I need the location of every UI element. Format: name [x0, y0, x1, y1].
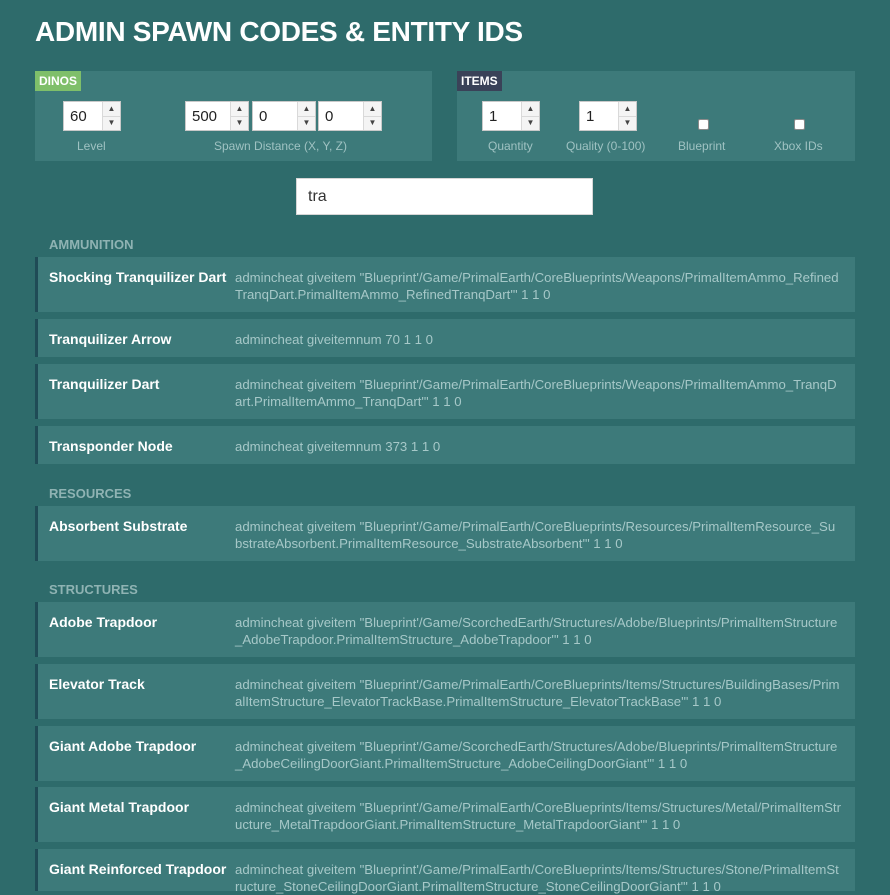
- spawn-z-value: 0: [325, 108, 334, 125]
- chevron-up-icon[interactable]: ▲: [103, 102, 120, 117]
- list-item[interactable]: Tranquilizer Arrow admincheat giveitemnu…: [35, 319, 855, 357]
- dinos-panel: DINOS 60 ▲ ▼ Level 500 ▲ ▼ 0 ▲ ▼ 0 ▲ ▼ S…: [35, 71, 432, 161]
- list-item[interactable]: Giant Adobe Trapdoor admincheat giveitem…: [35, 726, 855, 781]
- level-stepper[interactable]: 60 ▲ ▼: [63, 101, 121, 131]
- quantity-value: 1: [489, 108, 498, 125]
- quantity-label: Quantity: [488, 139, 533, 153]
- item-name: Absorbent Substrate: [49, 518, 188, 534]
- xbox-ids-label: Xbox IDs: [774, 139, 823, 153]
- level-label: Level: [77, 139, 106, 153]
- quality-label: Quality (0-100): [566, 139, 646, 153]
- chevron-down-icon[interactable]: ▼: [364, 116, 381, 130]
- chevron-down-icon[interactable]: ▼: [231, 116, 248, 130]
- list-item[interactable]: Tranquilizer Dart admincheat giveitem "B…: [35, 364, 855, 419]
- chevron-up-icon[interactable]: ▲: [619, 102, 636, 117]
- item-code[interactable]: admincheat giveitem "Blueprint'/Game/Pri…: [235, 676, 841, 710]
- spawn-y-stepper[interactable]: 0 ▲ ▼: [252, 101, 316, 131]
- item-name: Giant Metal Trapdoor: [49, 799, 190, 815]
- item-code[interactable]: admincheat giveitem "Blueprint'/Game/Pri…: [235, 518, 841, 552]
- chevron-up-icon[interactable]: ▲: [231, 102, 248, 117]
- item-code[interactable]: admincheat giveitem "Blueprint'/Game/Sco…: [235, 614, 841, 648]
- chevron-up-icon[interactable]: ▲: [364, 102, 381, 117]
- level-value: 60: [70, 108, 87, 125]
- quantity-spin[interactable]: ▲ ▼: [521, 102, 539, 130]
- chevron-up-icon[interactable]: ▲: [298, 102, 315, 117]
- chevron-up-icon[interactable]: ▲: [522, 102, 539, 117]
- item-code[interactable]: admincheat giveitemnum 70 1 1 0: [235, 331, 841, 348]
- chevron-down-icon[interactable]: ▼: [298, 116, 315, 130]
- quality-value: 1: [586, 108, 595, 125]
- list-item[interactable]: Absorbent Substrate admincheat giveitem …: [35, 506, 855, 561]
- spawn-z-spin[interactable]: ▲ ▼: [363, 102, 381, 130]
- quality-spin[interactable]: ▲ ▼: [618, 102, 636, 130]
- item-code[interactable]: admincheat giveitemnum 373 1 1 0: [235, 438, 841, 455]
- quality-stepper[interactable]: 1 ▲ ▼: [579, 101, 637, 131]
- item-name: Shocking Tranquilizer Dart: [49, 269, 227, 285]
- spawn-z-stepper[interactable]: 0 ▲ ▼: [318, 101, 382, 131]
- spawn-y-spin[interactable]: ▲ ▼: [297, 102, 315, 130]
- item-code[interactable]: admincheat giveitem "Blueprint'/Game/Pri…: [235, 269, 841, 303]
- items-panel: ITEMS 1 ▲ ▼ Quantity 1 ▲ ▼ Quality (0-10…: [457, 71, 855, 161]
- xbox-ids-checkbox[interactable]: [794, 119, 805, 130]
- item-name: Giant Adobe Trapdoor: [49, 738, 197, 754]
- section-heading-resources: RESOURCES: [49, 486, 132, 501]
- spawn-x-value: 500: [192, 108, 218, 125]
- blueprint-checkbox[interactable]: [698, 119, 709, 130]
- section-heading-structures: STRUCTURES: [49, 582, 138, 597]
- search-input[interactable]: tra: [296, 178, 593, 215]
- chevron-down-icon[interactable]: ▼: [522, 116, 539, 130]
- item-code[interactable]: admincheat giveitem "Blueprint'/Game/Sco…: [235, 738, 841, 772]
- item-code[interactable]: admincheat giveitem "Blueprint'/Game/Pri…: [235, 799, 841, 833]
- list-item[interactable]: Shocking Tranquilizer Dart admincheat gi…: [35, 257, 855, 312]
- search-value: tra: [308, 188, 327, 205]
- spawn-x-spin[interactable]: ▲ ▼: [230, 102, 248, 130]
- list-item[interactable]: Elevator Track admincheat giveitem "Blue…: [35, 664, 855, 719]
- item-name: Transponder Node: [49, 438, 173, 454]
- quantity-stepper[interactable]: 1 ▲ ▼: [482, 101, 540, 131]
- items-tag: ITEMS: [457, 71, 502, 91]
- spawn-distance-label: Spawn Distance (X, Y, Z): [214, 139, 347, 153]
- item-name: Tranquilizer Dart: [49, 376, 160, 392]
- item-code[interactable]: admincheat giveitem "Blueprint'/Game/Pri…: [235, 861, 841, 895]
- item-name: Giant Reinforced Trapdoor: [49, 861, 227, 877]
- list-item[interactable]: Giant Metal Trapdoor admincheat giveitem…: [35, 787, 855, 842]
- item-name: Tranquilizer Arrow: [49, 331, 172, 347]
- page-title: ADMIN SPAWN CODES & ENTITY IDS: [35, 16, 523, 47]
- list-item[interactable]: Adobe Trapdoor admincheat giveitem "Blue…: [35, 602, 855, 657]
- list-item[interactable]: Giant Reinforced Trapdoor admincheat giv…: [35, 849, 855, 894]
- blueprint-label: Blueprint: [678, 139, 726, 153]
- list-item[interactable]: Transponder Node admincheat giveitemnum …: [35, 426, 855, 464]
- chevron-down-icon[interactable]: ▼: [619, 116, 636, 130]
- spawn-x-stepper[interactable]: 500 ▲ ▼: [185, 101, 249, 131]
- item-name: Elevator Track: [49, 676, 145, 692]
- chevron-down-icon[interactable]: ▼: [103, 116, 120, 130]
- level-spin[interactable]: ▲ ▼: [102, 102, 120, 130]
- section-heading-ammunition: AMMUNITION: [49, 237, 134, 252]
- dinos-tag: DINOS: [35, 71, 82, 91]
- item-name: Adobe Trapdoor: [49, 614, 158, 630]
- item-code[interactable]: admincheat giveitem "Blueprint'/Game/Pri…: [235, 376, 841, 410]
- spawn-y-value: 0: [259, 108, 268, 125]
